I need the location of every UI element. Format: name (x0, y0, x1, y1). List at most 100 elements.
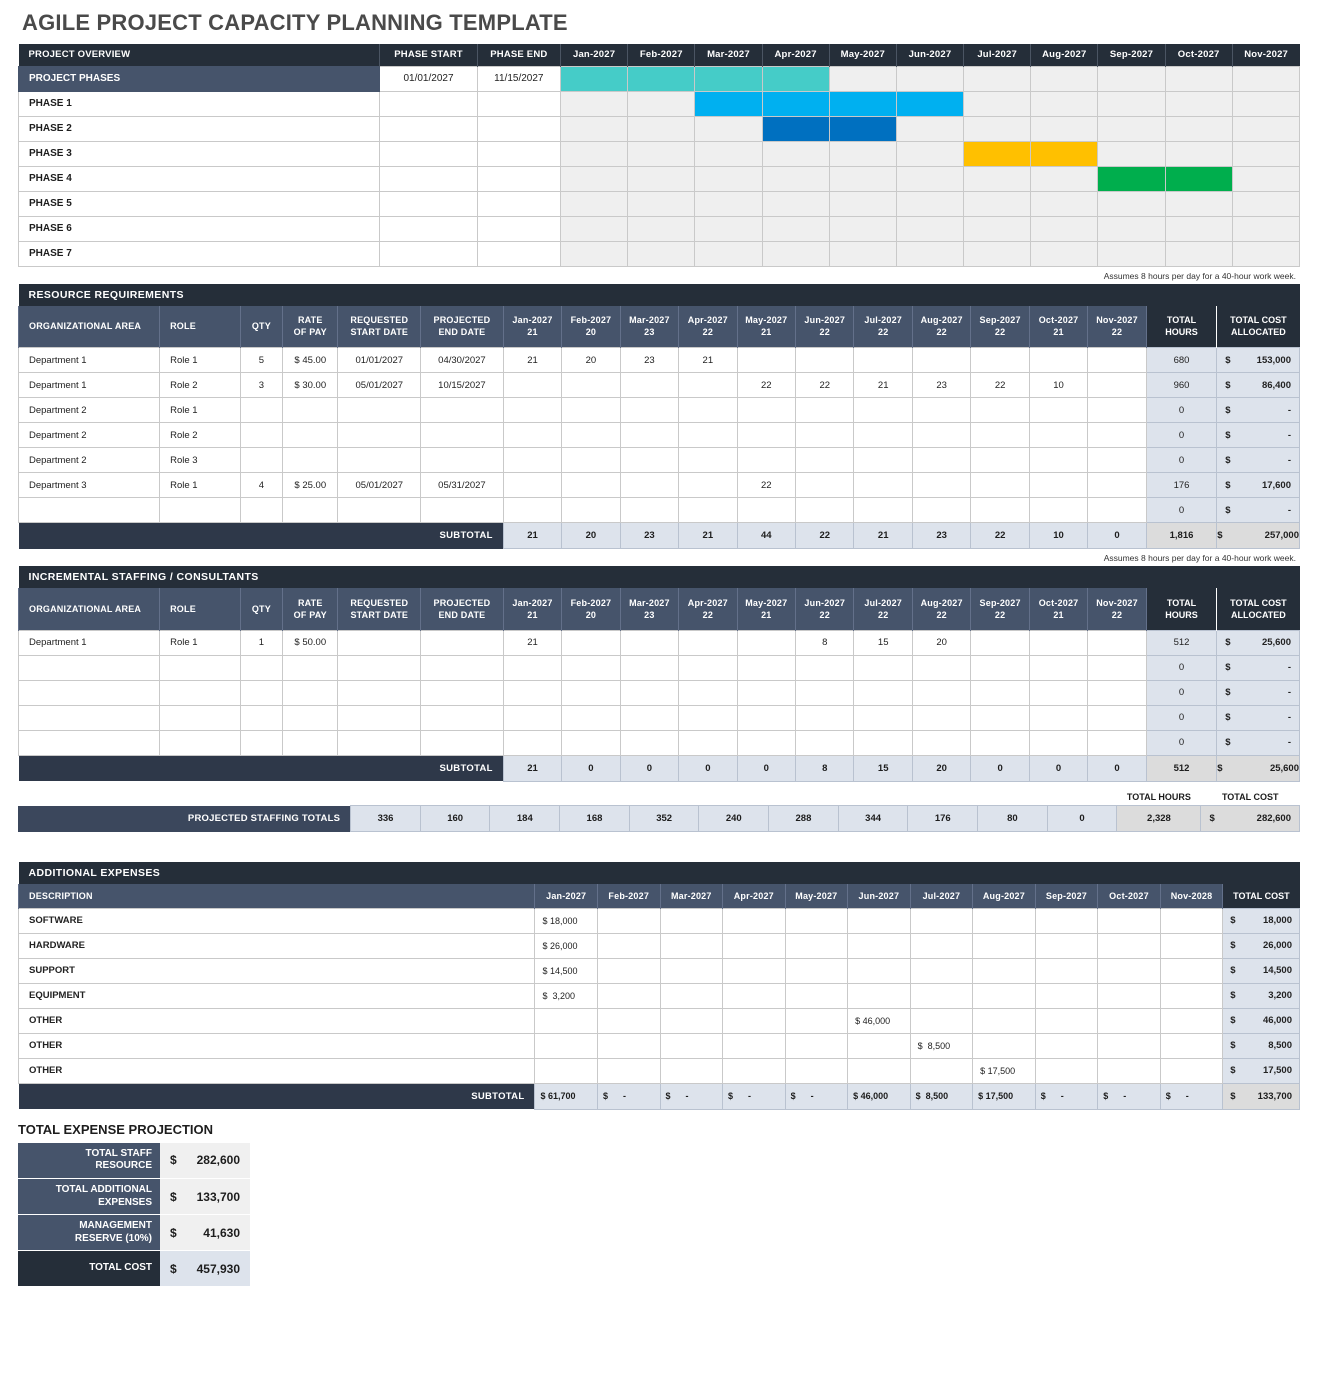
requested-start-cell[interactable]: 05/01/2027 (337, 372, 422, 398)
expense-month-cell[interactable] (596, 957, 661, 984)
rate-cell[interactable]: $ 30.00 (282, 372, 339, 398)
month-hours-cell[interactable] (678, 654, 738, 681)
expense-month-cell[interactable] (1097, 1032, 1161, 1059)
gantt-empty-cell[interactable] (1097, 65, 1166, 92)
month-hours-cell[interactable] (795, 654, 855, 681)
org-cell[interactable] (17, 679, 161, 706)
rate-cell[interactable] (282, 497, 339, 523)
expense-month-cell[interactable] (784, 982, 849, 1009)
month-hours-cell[interactable] (1028, 422, 1089, 448)
month-hours-cell[interactable] (502, 472, 563, 498)
expense-month-cell[interactable] (534, 1057, 598, 1084)
month-hours-cell[interactable] (911, 472, 972, 498)
projected-end-cell[interactable]: 10/15/2027 (420, 372, 504, 398)
org-cell[interactable]: Department 2 (17, 397, 161, 423)
month-hours-cell[interactable] (678, 629, 738, 656)
role-cell[interactable]: Role 3 (159, 447, 241, 473)
month-hours-cell[interactable] (502, 497, 563, 523)
expense-month-cell[interactable] (784, 932, 849, 959)
overview-phase-end[interactable] (476, 115, 562, 142)
gantt-bar-cell[interactable] (560, 65, 629, 92)
month-hours-cell[interactable]: 21 (502, 629, 563, 656)
gantt-empty-cell[interactable] (1097, 140, 1166, 167)
month-hours-cell[interactable] (911, 679, 972, 706)
gantt-bar-cell[interactable] (828, 90, 897, 117)
gantt-bar-cell[interactable] (963, 140, 1032, 167)
role-cell[interactable] (159, 497, 241, 523)
expense-month-cell[interactable]: $ 17,500 (972, 1057, 1036, 1084)
expense-month-cell[interactable] (596, 1007, 661, 1034)
month-hours-cell[interactable] (736, 497, 797, 523)
month-hours-cell[interactable] (970, 729, 1030, 756)
expense-month-cell[interactable] (909, 982, 974, 1009)
overview-phase-end[interactable] (476, 190, 562, 217)
month-hours-cell[interactable]: 8 (795, 629, 855, 656)
gantt-empty-cell[interactable] (963, 215, 1032, 242)
overview-phase-start[interactable] (379, 240, 478, 267)
expense-month-cell[interactable] (847, 982, 911, 1009)
qty-cell[interactable] (239, 704, 284, 731)
month-hours-cell[interactable] (502, 372, 563, 398)
month-hours-cell[interactable] (970, 679, 1030, 706)
projected-end-cell[interactable] (420, 704, 504, 731)
gantt-empty-cell[interactable] (1030, 115, 1099, 142)
month-hours-cell[interactable] (911, 497, 972, 523)
month-hours-cell[interactable]: 22 (736, 472, 797, 498)
month-hours-cell[interactable] (736, 704, 797, 731)
month-hours-cell[interactable] (678, 497, 738, 523)
requested-start-cell[interactable]: 01/01/2027 (337, 347, 422, 373)
gantt-empty-cell[interactable] (560, 140, 629, 167)
month-hours-cell[interactable] (678, 397, 738, 423)
month-hours-cell[interactable] (561, 729, 621, 756)
requested-start-cell[interactable] (337, 447, 422, 473)
month-hours-cell[interactable] (619, 422, 680, 448)
projected-end-cell[interactable] (420, 729, 504, 756)
month-hours-cell[interactable] (1028, 497, 1089, 523)
overview-phase-start[interactable] (379, 140, 478, 167)
expense-month-cell[interactable] (1034, 957, 1099, 984)
month-hours-cell[interactable] (911, 347, 972, 373)
month-hours-cell[interactable] (561, 397, 621, 423)
overview-phase-start[interactable] (379, 165, 478, 192)
month-hours-cell[interactable] (795, 729, 855, 756)
gantt-empty-cell[interactable] (1231, 190, 1301, 217)
role-cell[interactable]: Role 1 (159, 629, 241, 656)
month-hours-cell[interactable] (678, 729, 738, 756)
expense-month-cell[interactable] (1159, 932, 1224, 959)
month-hours-cell[interactable] (853, 729, 913, 756)
month-hours-cell[interactable] (561, 654, 621, 681)
expense-month-cell[interactable] (1097, 932, 1161, 959)
month-hours-cell[interactable] (561, 472, 621, 498)
gantt-empty-cell[interactable] (1164, 140, 1233, 167)
month-hours-cell[interactable]: 10 (1028, 372, 1089, 398)
org-cell[interactable]: Department 3 (17, 472, 161, 498)
expense-month-cell[interactable] (972, 982, 1036, 1009)
projected-end-cell[interactable]: 05/31/2027 (420, 472, 504, 498)
gantt-bar-cell[interactable] (1030, 140, 1099, 167)
month-hours-cell[interactable] (1087, 654, 1147, 681)
expense-month-cell[interactable] (972, 1007, 1036, 1034)
qty-cell[interactable]: 5 (239, 347, 284, 373)
overview-phase-start[interactable] (379, 215, 478, 242)
qty-cell[interactable] (239, 422, 284, 448)
month-hours-cell[interactable] (1087, 472, 1147, 498)
overview-phase-end[interactable] (476, 215, 562, 242)
expense-month-cell[interactable] (972, 957, 1036, 984)
month-hours-cell[interactable]: 20 (561, 347, 621, 373)
projected-end-cell[interactable] (420, 629, 504, 656)
expense-month-cell[interactable] (909, 932, 974, 959)
month-hours-cell[interactable] (619, 629, 680, 656)
qty-cell[interactable] (239, 497, 284, 523)
month-hours-cell[interactable] (970, 347, 1030, 373)
rate-cell[interactable] (282, 447, 339, 473)
expense-month-cell[interactable] (1097, 907, 1161, 934)
gantt-empty-cell[interactable] (627, 90, 696, 117)
month-hours-cell[interactable] (970, 654, 1030, 681)
expense-month-cell[interactable] (1034, 982, 1099, 1009)
rate-cell[interactable] (282, 679, 339, 706)
gantt-empty-cell[interactable] (1164, 190, 1233, 217)
expense-month-cell[interactable] (972, 907, 1036, 934)
overview-phase-start[interactable] (379, 115, 478, 142)
month-hours-cell[interactable] (619, 729, 680, 756)
month-hours-cell[interactable] (736, 729, 797, 756)
